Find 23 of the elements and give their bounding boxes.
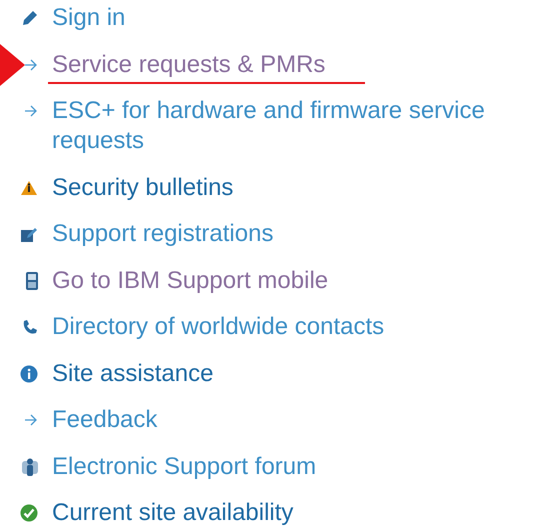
support-link[interactable]: Electronic Support forum: [52, 452, 537, 482]
arrow-icon: [24, 414, 38, 426]
arrow-icon: [24, 105, 38, 117]
support-link[interactable]: Directory of worldwide contacts: [52, 312, 537, 342]
support-link[interactable]: Support registrations: [52, 219, 537, 249]
support-link[interactable]: Site assistance: [52, 358, 537, 388]
support-link[interactable]: Go to IBM Support mobile: [52, 266, 537, 296]
annotation-arrow: [0, 44, 25, 86]
support-link[interactable]: Security bulletins: [52, 172, 537, 202]
pencil-icon: [22, 10, 38, 26]
support-link[interactable]: Service requests & PMRs: [52, 50, 537, 80]
edit-icon: [20, 226, 38, 242]
person-icon: [22, 458, 38, 476]
support-link[interactable]: Feedback: [52, 405, 537, 435]
arrow-icon: [24, 58, 38, 70]
info-icon: [20, 364, 38, 382]
support-link[interactable]: Sign in: [52, 3, 537, 33]
check-icon: [20, 504, 38, 522]
warning-icon: [20, 180, 38, 196]
phone-icon: [22, 319, 38, 335]
support-link[interactable]: ESC+ for hardware and firmware service requests: [52, 96, 537, 156]
mobile-phone-icon: [26, 272, 38, 290]
support-link[interactable]: Current site availability: [52, 498, 537, 528]
